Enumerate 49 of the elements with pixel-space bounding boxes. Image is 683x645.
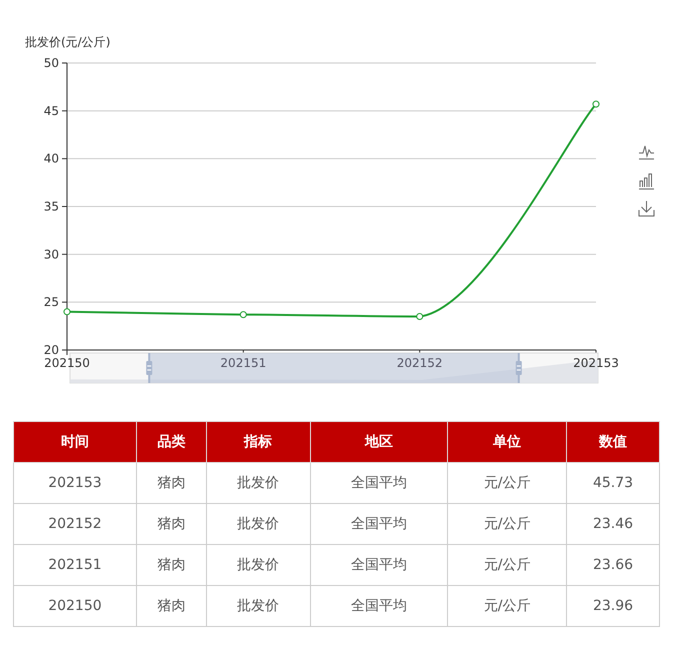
table-cell: 猪肉: [136, 504, 206, 544]
table-cell: 全国平均: [310, 504, 448, 544]
table-cell: 批发价: [206, 544, 310, 586]
table-cell: 23.46: [566, 504, 660, 544]
table-cell: 202152: [14, 504, 136, 544]
table-cell: 元/公斤: [448, 504, 567, 544]
axis-label: 30: [44, 247, 59, 262]
table-cell: 元/公斤: [448, 462, 567, 504]
table-cell: 批发价: [206, 462, 310, 504]
data-point: [64, 308, 70, 316]
table-cell: 45.73: [566, 462, 660, 504]
table-cell: 猪肉: [136, 462, 206, 504]
table-cell: 全国平均: [310, 462, 448, 504]
table-cell: 全国平均: [310, 586, 448, 626]
column-header: 地区: [310, 422, 448, 462]
table-cell: 全国平均: [310, 544, 448, 586]
bar-chart-icon[interactable]: [638, 174, 654, 190]
axis-label: 202151: [220, 356, 266, 370]
column-header: 时间: [14, 422, 136, 462]
axis-label: 25: [44, 295, 59, 310]
data-point: [416, 313, 424, 320]
line-chart-icon[interactable]: [638, 146, 654, 160]
axis-title: 批发价(元/公斤): [25, 35, 110, 49]
column-header: 品类: [136, 422, 206, 462]
column-header: 数值: [566, 422, 660, 462]
table-cell: 元/公斤: [448, 586, 567, 626]
axis-label: 202152: [396, 356, 443, 370]
table-cell: 23.66: [566, 544, 660, 586]
table-cell: 202153: [14, 462, 136, 504]
axis-label: 40: [44, 152, 59, 166]
table-cell: 猪肉: [136, 544, 206, 586]
table-cell: 202150: [14, 586, 136, 626]
column-header: 单位: [448, 422, 567, 462]
axis-label: 45: [44, 104, 59, 118]
table-cell: 批发价: [206, 504, 310, 544]
axis-label: 50: [44, 56, 59, 70]
table-cell: 批发价: [206, 586, 310, 626]
table-cell: 202151: [14, 544, 136, 586]
table-cell: 元/公斤: [448, 544, 567, 586]
data-point: [240, 311, 247, 318]
download-icon[interactable]: [638, 200, 654, 216]
column-header: 指标: [206, 422, 310, 462]
table-cell: 猪肉: [136, 586, 206, 626]
axis-label: 202150: [44, 356, 90, 370]
axis-label: 20: [44, 343, 59, 357]
data-point: [592, 100, 600, 108]
axis-label: 35: [44, 200, 59, 214]
table-cell: 23.96: [566, 586, 660, 626]
axis-label: 202153: [573, 356, 619, 370]
